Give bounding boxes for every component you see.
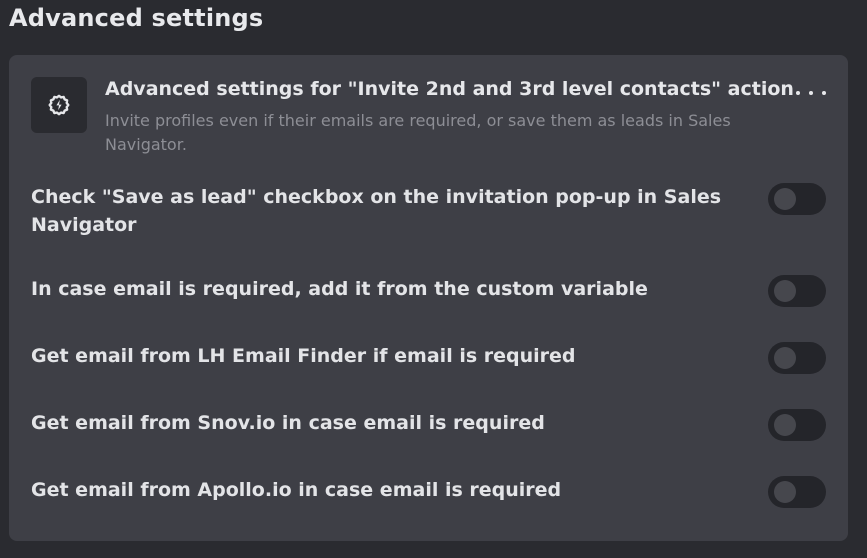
- toggle-knob: [774, 481, 796, 503]
- setting-label: Get email from LH Email Finder if email …: [31, 345, 576, 367]
- gear-bolt-icon-svg: [48, 94, 70, 116]
- custom-variable-toggle[interactable]: [768, 275, 826, 307]
- setting-row-apollo-io: Get email from Apollo.io in case email i…: [31, 476, 826, 508]
- toggle-knob: [774, 280, 796, 302]
- more-options-button[interactable]: [796, 83, 826, 103]
- more-horizontal-icon: [796, 91, 800, 95]
- card-description: Invite profiles even if their emails are…: [105, 111, 731, 154]
- setting-row-lh-email-finder: Get email from LH Email Finder if email …: [31, 342, 826, 374]
- setting-row-save-as-lead: Check "Save as lead" checkbox on the inv…: [31, 183, 826, 241]
- page-title: Advanced settings: [9, 4, 264, 32]
- more-horizontal-icon-dot: [822, 91, 826, 95]
- card-title: Advanced settings for "Invite 2nd and 3r…: [105, 78, 794, 100]
- save-as-lead-toggle[interactable]: [768, 183, 826, 215]
- setting-label: In case email is required, add it from t…: [31, 278, 648, 300]
- toggle-knob: [774, 414, 796, 436]
- setting-label: Get email from Apollo.io in case email i…: [31, 479, 562, 501]
- settings-bolt-icon: [31, 77, 87, 133]
- setting-label: Check "Save as lead" checkbox on the inv…: [31, 186, 722, 236]
- advanced-settings-page: Advanced settings Advanced settings for …: [0, 0, 867, 558]
- lh-email-finder-toggle[interactable]: [768, 342, 826, 374]
- setting-label: Get email from Snov.io in case email is …: [31, 412, 545, 434]
- more-horizontal-icon-dot: [809, 91, 813, 95]
- card-header: Advanced settings for "Invite 2nd and 3r…: [31, 75, 828, 165]
- advanced-settings-card: Advanced settings for "Invite 2nd and 3r…: [9, 55, 848, 541]
- setting-row-snov-io: Get email from Snov.io in case email is …: [31, 409, 826, 441]
- toggle-knob: [774, 347, 796, 369]
- apollo-io-toggle[interactable]: [768, 476, 826, 508]
- setting-row-custom-variable: In case email is required, add it from t…: [31, 275, 826, 307]
- toggle-knob: [774, 188, 796, 210]
- snov-io-toggle[interactable]: [768, 409, 826, 441]
